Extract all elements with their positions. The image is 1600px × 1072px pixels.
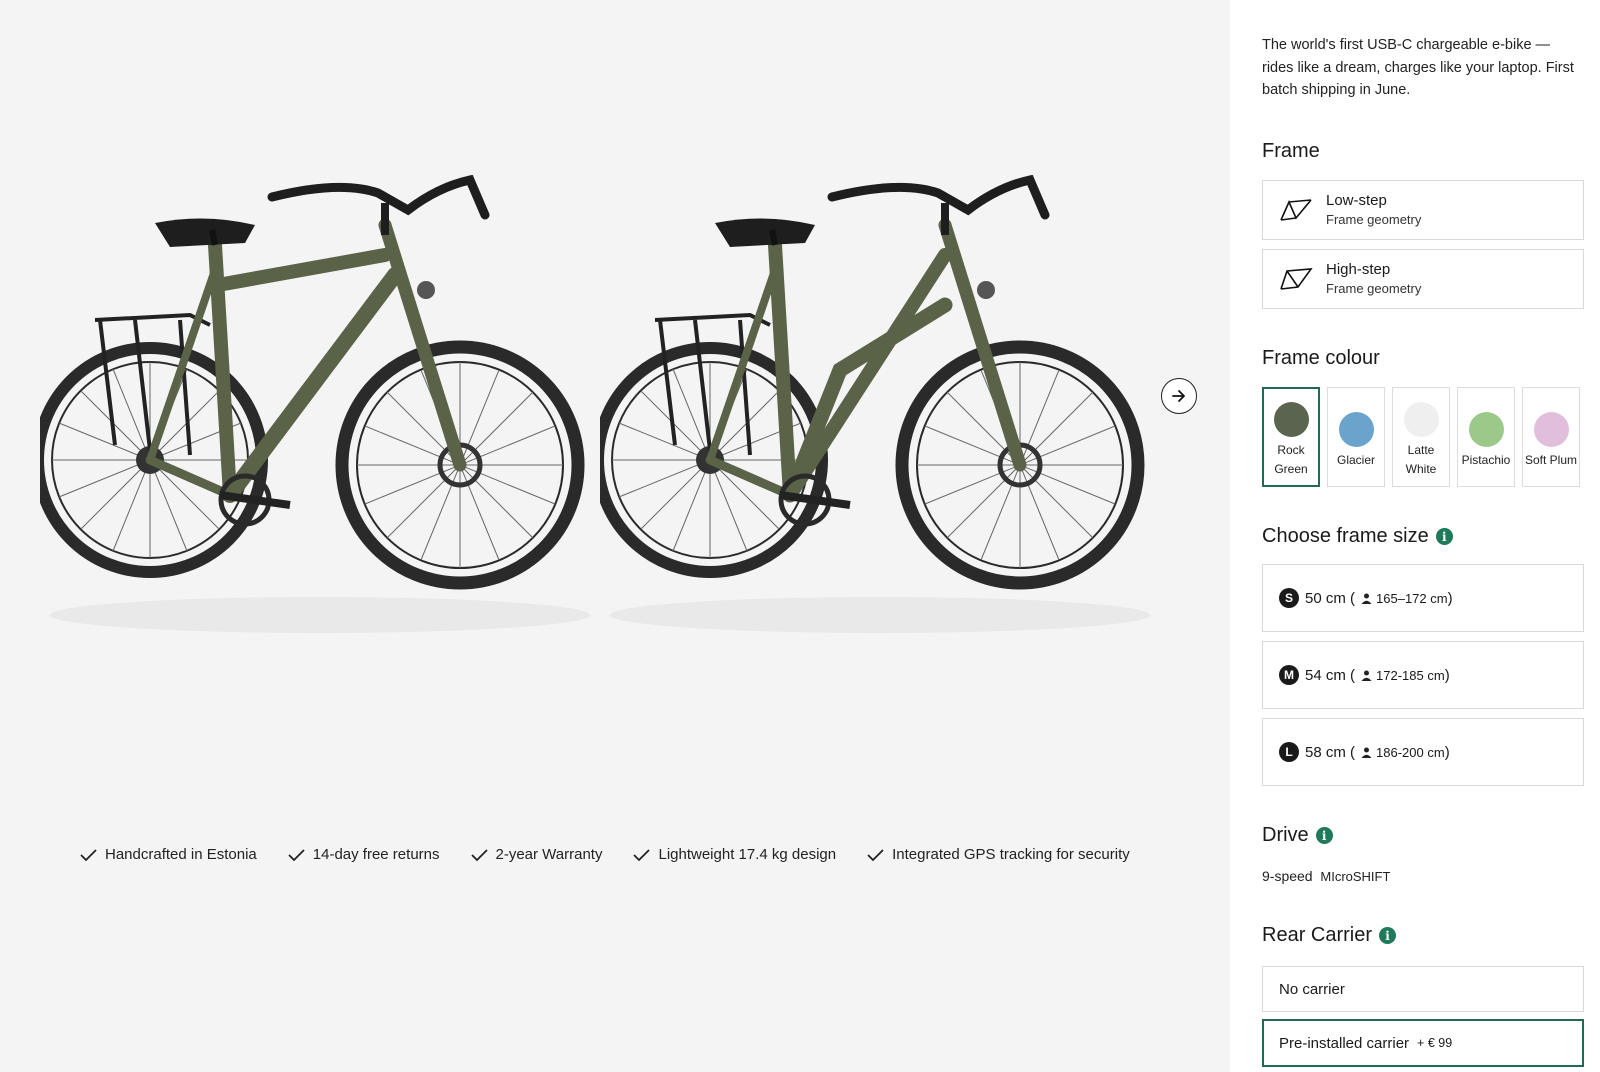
- frame-option-sub: Frame geometry: [1326, 281, 1422, 296]
- usp-item: 14-day free returns: [288, 846, 440, 863]
- size-range: 172-185 cm: [1376, 667, 1445, 683]
- check-icon: [867, 848, 884, 861]
- color-dot: [1403, 402, 1439, 437]
- frame-option-label: Low-step: [1326, 192, 1387, 209]
- check-icon: [470, 848, 488, 861]
- colour-swatches: Rock Green Glacier Latte White Pistachio S…: [1262, 387, 1580, 487]
- usp-label: Lightweight 17.4 kg design: [658, 846, 837, 863]
- size-badge: L: [1279, 742, 1299, 762]
- frame-option-low-step[interactable]: Low-step Frame geometry: [1262, 180, 1584, 240]
- colour-heading: Frame colour: [1262, 347, 1584, 370]
- size-cm: 58 cm: [1305, 743, 1346, 761]
- swatch-label: Pistachio: [1461, 453, 1511, 467]
- drive-heading-text: Drive: [1262, 824, 1309, 846]
- high-step-bike-image: [40, 175, 600, 645]
- check-icon: [633, 848, 651, 861]
- usp-label: Integrated GPS tracking for security: [892, 846, 1130, 863]
- drive-value: 9-speed MIcroSHIFT: [1262, 868, 1584, 884]
- size-heading: Choose frame size i: [1262, 525, 1584, 548]
- drive-heading: Drive i: [1262, 824, 1584, 847]
- usp-item: Handcrafted in Estonia: [80, 846, 257, 863]
- color-dot: [1468, 412, 1504, 447]
- frame-heading: Frame: [1262, 140, 1584, 163]
- color-dot: [1533, 412, 1569, 447]
- size-option-s[interactable]: S 50 cm ( 165–172 cm ): [1262, 564, 1584, 632]
- check-icon: [80, 848, 97, 861]
- usp-label: Handcrafted in Estonia: [105, 846, 257, 863]
- usp-list: Handcrafted in Estonia 14-day free retur…: [80, 846, 1130, 863]
- size-badge: S: [1279, 588, 1299, 608]
- swatch-label: Soft Plum: [1524, 453, 1578, 467]
- swatch-soft-plum[interactable]: Soft Plum: [1522, 387, 1580, 487]
- size-range: 165–172 cm: [1376, 590, 1448, 606]
- info-icon[interactable]: i: [1379, 927, 1397, 944]
- size-cm: 50 cm: [1305, 589, 1346, 607]
- size-option-l[interactable]: L 58 cm ( 186-200 cm ): [1262, 718, 1584, 786]
- size-cm: 54 cm: [1305, 666, 1346, 684]
- colour-heading-text: Frame colour: [1262, 347, 1380, 369]
- drive-brand: MIcroSHIFT: [1320, 869, 1391, 884]
- carrier-label: No carrier: [1279, 980, 1345, 998]
- gallery-next-button[interactable]: [1161, 378, 1197, 414]
- product-gallery: Handcrafted in Estonia 14-day free retur…: [0, 0, 1230, 1072]
- color-dot: [1273, 402, 1309, 437]
- swatch-glacier[interactable]: Glacier: [1327, 387, 1385, 487]
- low-step-bike-image: [600, 175, 1160, 645]
- usp-item: Lightweight 17.4 kg design: [633, 846, 836, 863]
- frame-option-label: High-step: [1326, 261, 1391, 278]
- info-icon[interactable]: i: [1435, 528, 1453, 545]
- swatch-pistachio[interactable]: Pistachio: [1457, 387, 1515, 487]
- size-option-m[interactable]: M 54 cm ( 172-185 cm ): [1262, 641, 1584, 709]
- carrier-label: Pre-installed carrier: [1279, 1034, 1410, 1052]
- frame-heading-text: Frame: [1262, 140, 1320, 162]
- check-icon: [288, 848, 305, 861]
- size-badge: M: [1279, 665, 1299, 685]
- swatch-label: Glacier: [1336, 453, 1375, 467]
- usp-label: 2-year Warranty: [495, 846, 603, 863]
- drive-speed: 9-speed: [1262, 868, 1313, 884]
- size-heading-text: Choose frame size: [1262, 525, 1429, 547]
- carrier-option-preinstalled[interactable]: Pre-installed carrier + € 99: [1262, 1019, 1584, 1067]
- person-icon: [1361, 670, 1372, 681]
- frame-option-high-step[interactable]: High-step Frame geometry: [1262, 249, 1584, 309]
- carrier-heading-text: Rear Carrier: [1262, 924, 1373, 946]
- high-step-frame-icon: [1280, 268, 1313, 290]
- low-step-frame-icon: [1280, 199, 1312, 221]
- carrier-price: + € 99: [1417, 1036, 1453, 1050]
- usp-item: 2-year Warranty: [470, 846, 603, 863]
- usp-item: Integrated GPS tracking for security: [867, 846, 1130, 863]
- carrier-heading: Rear Carrier i: [1262, 924, 1584, 947]
- color-dot: [1338, 412, 1374, 447]
- person-icon: [1361, 747, 1372, 758]
- arrow-right-icon: [1172, 390, 1185, 402]
- person-icon: [1361, 593, 1372, 604]
- swatch-latte-white[interactable]: Latte White: [1392, 387, 1450, 487]
- swatch-label: Latte White: [1405, 443, 1437, 476]
- usp-label: 14-day free returns: [312, 846, 440, 863]
- swatch-label: Rock Green: [1274, 443, 1308, 476]
- configurator-panel: The world's first USB-C chargeable e-bik…: [1230, 0, 1600, 1072]
- swatch-rock-green[interactable]: Rock Green: [1262, 387, 1320, 487]
- carrier-option-none[interactable]: No carrier: [1262, 966, 1584, 1012]
- frame-option-sub: Frame geometry: [1326, 212, 1422, 227]
- size-range: 186-200 cm: [1376, 744, 1445, 760]
- info-icon[interactable]: i: [1315, 827, 1333, 844]
- product-intro: The world's first USB-C chargeable e-bik…: [1262, 37, 1574, 98]
